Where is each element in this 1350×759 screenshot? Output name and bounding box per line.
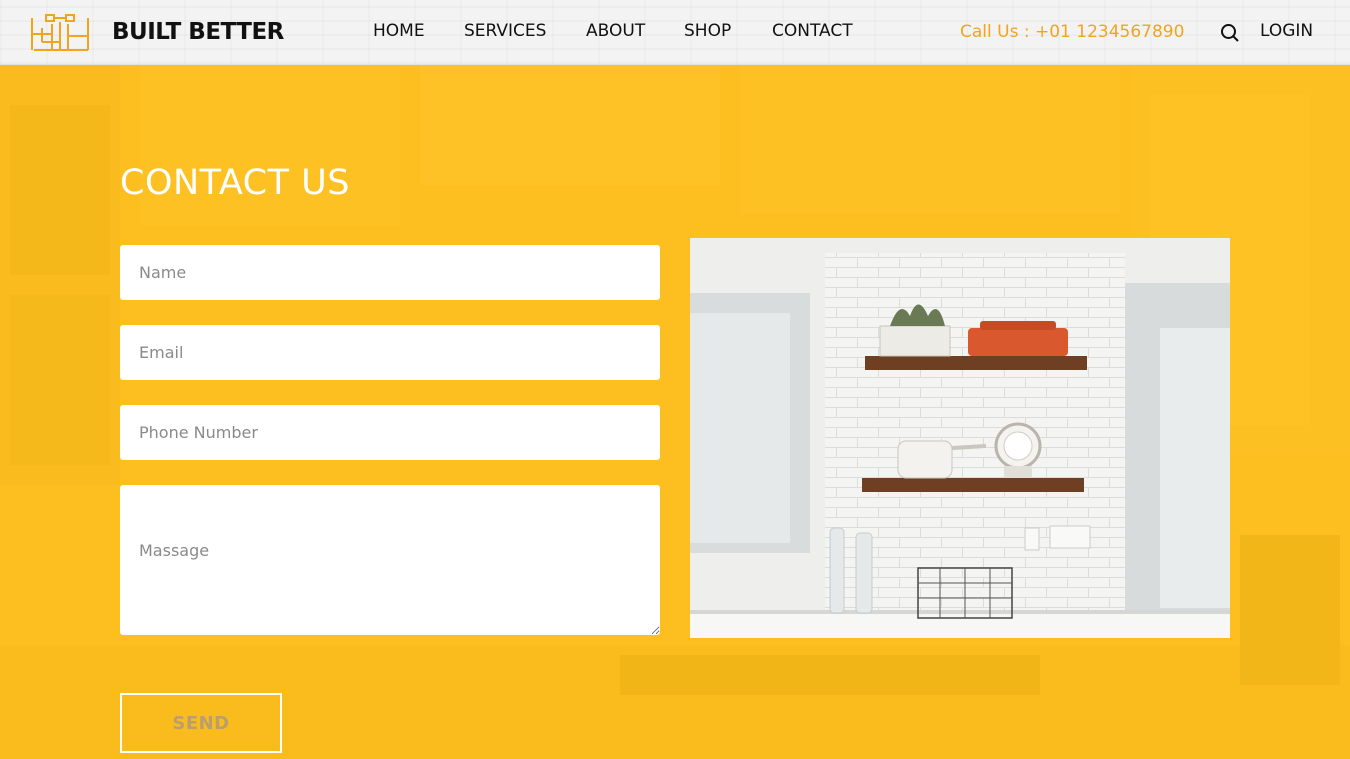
login-link[interactable]: LOGIN (1260, 21, 1313, 41)
site-header: BUILT BETTER HOME SERVICES ABOUT SHOP CO… (0, 0, 1350, 65)
call-us-text: Call Us : +01 1234567890 (960, 22, 1185, 42)
message-field[interactable] (120, 485, 660, 635)
name-field[interactable] (120, 245, 660, 300)
logo-icon[interactable] (30, 12, 90, 52)
brand-name[interactable]: BUILT BETTER (112, 19, 284, 45)
nav-about[interactable]: ABOUT (586, 21, 645, 41)
nav-shop[interactable]: SHOP (684, 21, 731, 41)
nav-home[interactable]: HOME (373, 21, 425, 41)
email-field[interactable] (120, 325, 660, 380)
contact-section: CONTACT US SEND (0, 65, 1350, 759)
nav-contact[interactable]: CONTACT (772, 21, 853, 41)
search-icon[interactable] (1220, 23, 1240, 43)
kitchen-shelves-photo (690, 238, 1230, 638)
nav-services[interactable]: SERVICES (464, 21, 546, 41)
section-title: CONTACT US (120, 163, 350, 203)
phone-field[interactable] (120, 405, 660, 460)
send-button[interactable]: SEND (120, 693, 282, 753)
